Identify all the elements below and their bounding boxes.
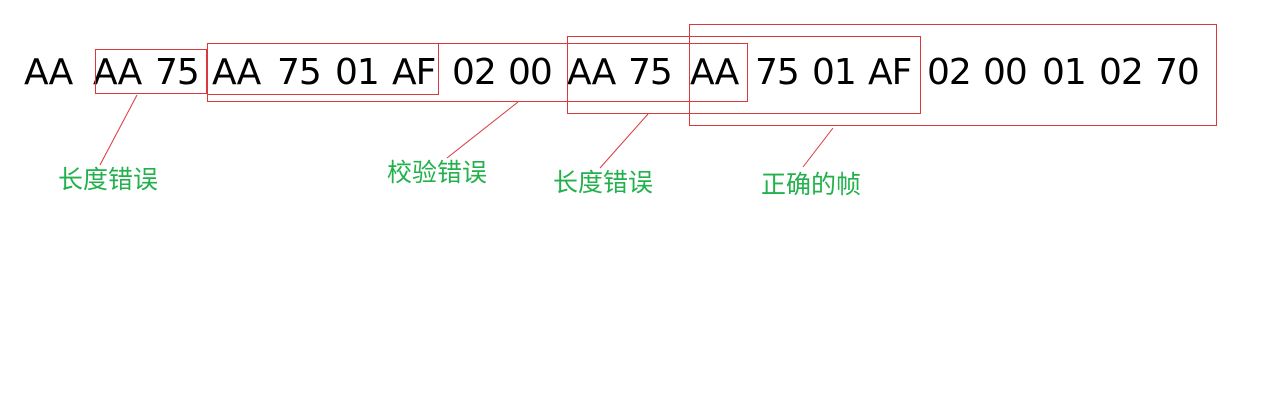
frame-parsing-diagram: AA AA 75 AA 75 01 AF 02 00 AA 75 AA 75 0… xyxy=(0,0,1274,414)
annotation-correct-frame: 正确的帧 xyxy=(761,170,862,199)
frame-box-length-error-1 xyxy=(95,49,207,94)
leader-line-1 xyxy=(99,94,138,166)
leader-line-2 xyxy=(446,101,519,159)
leader-line-3 xyxy=(599,113,649,169)
annotation-length-error-1: 长度错误 xyxy=(58,165,159,194)
leader-line-4 xyxy=(802,127,834,168)
frame-box-correct-frame xyxy=(689,24,1217,126)
annotation-checksum-error: 校验错误 xyxy=(387,158,488,187)
annotation-length-error-2: 长度错误 xyxy=(553,168,654,197)
byte-1: AA xyxy=(24,52,73,93)
